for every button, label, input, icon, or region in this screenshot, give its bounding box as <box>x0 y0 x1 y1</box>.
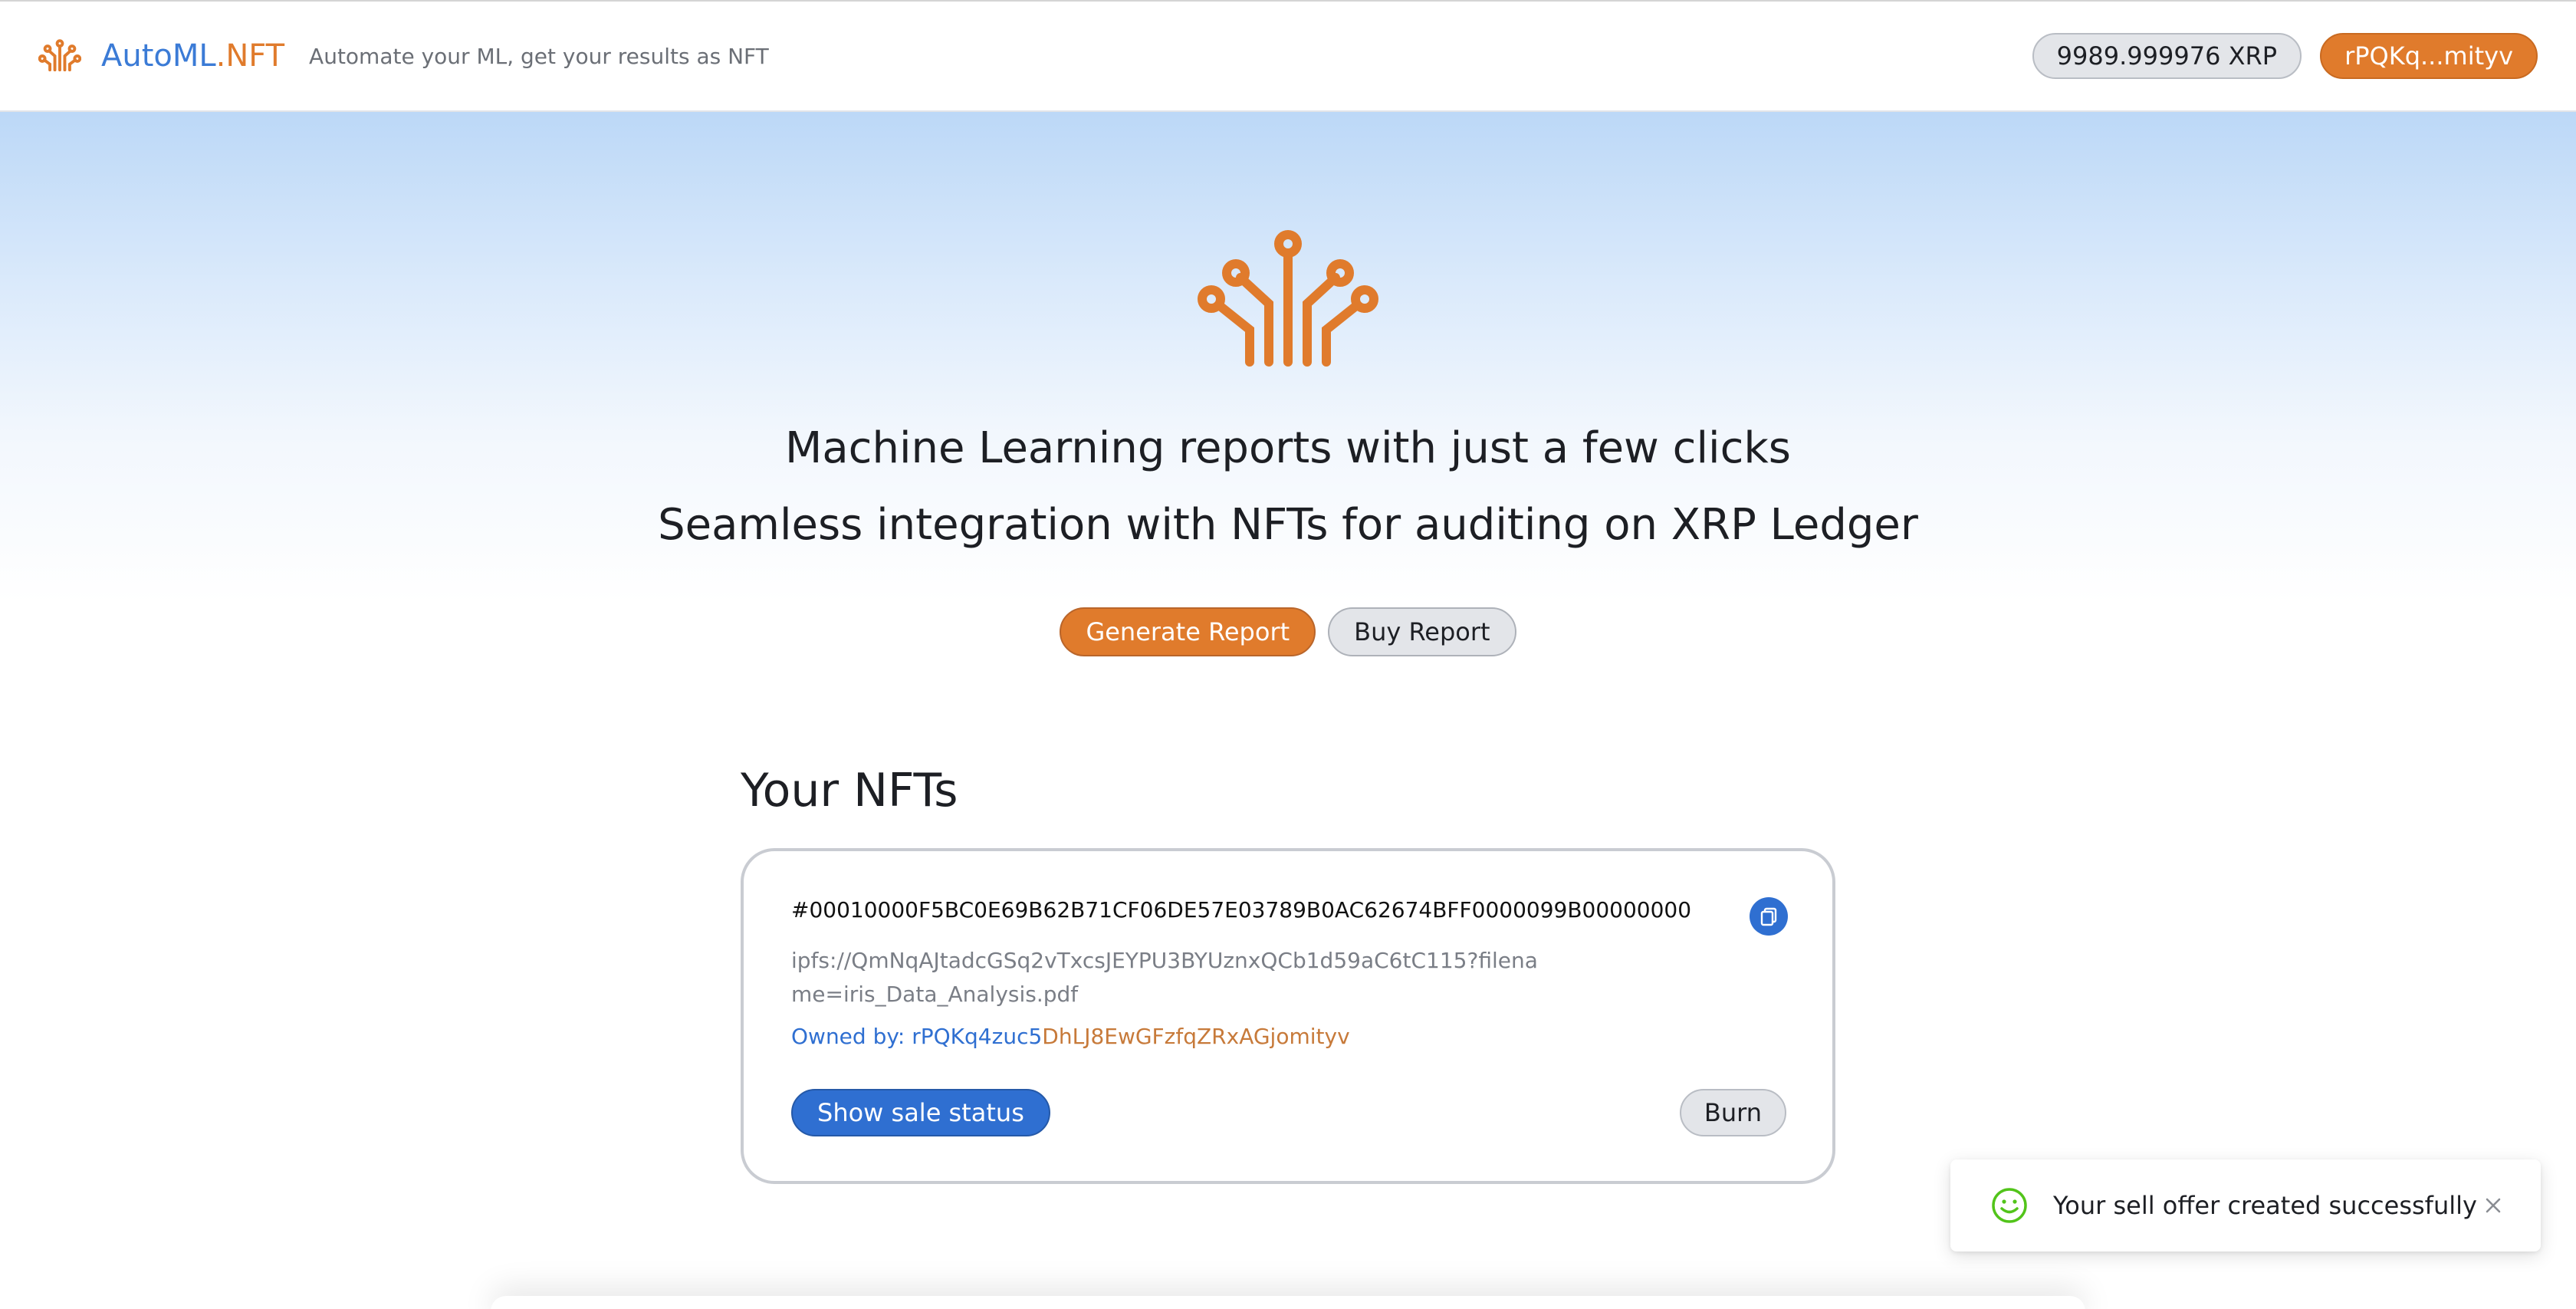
owner-address-part2: DhLJ8EwGFzfqZRxAGjomityv <box>1042 1024 1350 1049</box>
nft-card: #00010000F5BC0E69B62B71CF06DE57E03789B0A… <box>741 848 1835 1184</box>
success-toast: Your sell offer created successfully <box>1950 1159 2541 1251</box>
close-icon[interactable] <box>2482 1195 2504 1216</box>
toast-message: Your sell offer created successfully <box>2053 1191 2477 1220</box>
buy-report-button[interactable]: Buy Report <box>1328 607 1516 656</box>
nft-owner: Owned by: rPQKq4zuc5DhLJ8EwGFzfqZRxAGjom… <box>791 1024 1786 1049</box>
header-right: 9989.999976 XRP rPQKq...mityv <box>2032 33 2538 79</box>
your-nfts-heading: Your NFTs <box>741 764 958 817</box>
owner-address-part1: rPQKq4zuc5 <box>912 1024 1043 1049</box>
top-nav-bar: AutoML.NFT Automate your ML, get your re… <box>0 0 2576 112</box>
copy-icon <box>1760 907 1777 926</box>
balance-badge[interactable]: 9989.999976 XRP <box>2032 33 2302 79</box>
hero-circuit-icon <box>1198 230 1378 367</box>
copy-button[interactable] <box>1750 897 1788 936</box>
nft-uri: ipfs://QmNqAJtadcGSq2vTxcsJEYPU3BYUznxQC… <box>791 948 1538 1007</box>
hero-headline: Machine Learning reports with just a few… <box>785 423 1791 473</box>
smile-icon <box>1992 1188 2027 1223</box>
tagline: Automate your ML, get your results as NF… <box>309 43 769 69</box>
nft-token-id: #00010000F5BC0E69B62B71CF06DE57E03789B0A… <box>791 897 1692 923</box>
generate-report-button[interactable]: Generate Report <box>1060 607 1316 656</box>
logo-icon[interactable] <box>38 38 81 74</box>
brand-name[interactable]: AutoML.NFT <box>101 38 284 74</box>
brand-part-automl: AutoML <box>101 38 216 74</box>
show-sale-status-button[interactable]: Show sale status <box>791 1089 1050 1136</box>
hero-subheadline: Seamless integration with NFTs for audit… <box>658 500 1918 550</box>
owner-label: Owned by: <box>791 1024 905 1049</box>
hero-actions: Generate Report Buy Report <box>0 607 2576 656</box>
burn-button[interactable]: Burn <box>1679 1089 1786 1136</box>
brand-part-nft: .NFT <box>215 38 285 74</box>
bottom-panel-edge <box>491 1296 2085 1309</box>
account-button[interactable]: rPQKq...mityv <box>2320 33 2538 79</box>
nft-card-actions: Show sale status Burn <box>791 1089 1786 1136</box>
